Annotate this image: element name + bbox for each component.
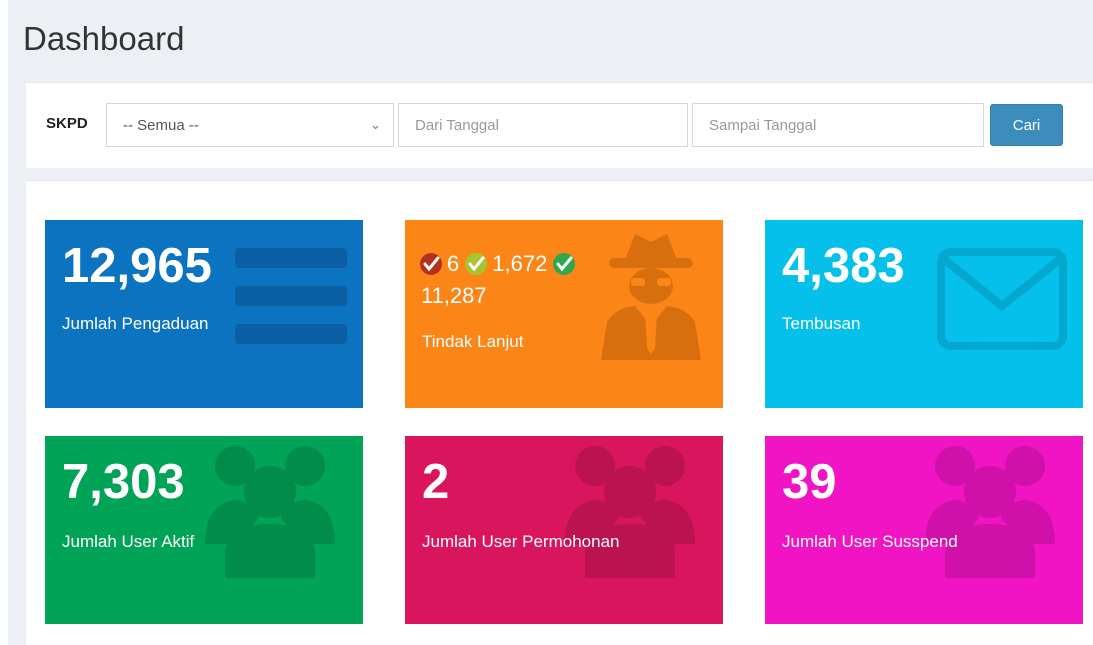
- card-label: Jumlah Pengaduan: [62, 314, 209, 333]
- tindak-lanjut-summary: 6 1,672: [419, 250, 576, 278]
- card-value: 2: [422, 455, 450, 509]
- users-icon: [925, 446, 1055, 578]
- card-value: 7,303: [62, 455, 185, 509]
- processed-count: 1,672: [492, 251, 548, 276]
- processed-check-icon: [464, 252, 488, 276]
- date-to-input[interactable]: [692, 103, 984, 147]
- search-button[interactable]: Cari: [990, 104, 1063, 146]
- card-jumlah-pengaduan[interactable]: 12,965 Jumlah Pengaduan: [45, 220, 363, 408]
- card-label: Jumlah User Susspend: [782, 532, 958, 551]
- users-icon: [205, 446, 335, 578]
- skpd-label: SKPD: [46, 115, 88, 132]
- card-tindak-lanjut[interactable]: 6 1,672 11,287 Tindak Lanjut: [405, 220, 723, 408]
- card-user-suspend[interactable]: 39 Jumlah User Susspend: [765, 436, 1083, 624]
- card-value: 12,965: [62, 239, 212, 293]
- completed-count: 11,287: [421, 283, 487, 308]
- card-user-permohonan[interactable]: 2 Jumlah User Permohonan: [405, 436, 723, 624]
- card-label: Jumlah User Aktif: [62, 532, 195, 551]
- rejected-count: 6: [447, 251, 460, 276]
- completed-check-icon: [552, 252, 576, 276]
- card-value: 4,383: [782, 239, 905, 293]
- user-secret-icon: [601, 234, 701, 360]
- list-icon: [235, 248, 347, 344]
- skpd-select[interactable]: -- Semua -- ⌄: [106, 103, 394, 147]
- chevron-down-icon: ⌄: [370, 117, 381, 132]
- skpd-select-value: -- Semua --: [123, 117, 199, 134]
- card-label: Tembusan: [782, 314, 861, 333]
- filter-panel: SKPD -- Semua -- ⌄ Cari: [26, 82, 1093, 168]
- rejected-check-icon: [419, 252, 443, 276]
- users-icon: [565, 446, 695, 578]
- envelope-icon: [937, 248, 1067, 350]
- card-user-aktif[interactable]: 7,303 Jumlah User Aktif: [45, 436, 363, 624]
- date-from-input[interactable]: [398, 103, 688, 147]
- page-title: Dashboard: [23, 20, 185, 57]
- card-label: Jumlah User Permohonan: [422, 532, 620, 551]
- card-label: Tindak Lanjut: [422, 332, 524, 351]
- card-value: 39: [782, 455, 837, 509]
- card-tembusan[interactable]: 4,383 Tembusan: [765, 220, 1083, 408]
